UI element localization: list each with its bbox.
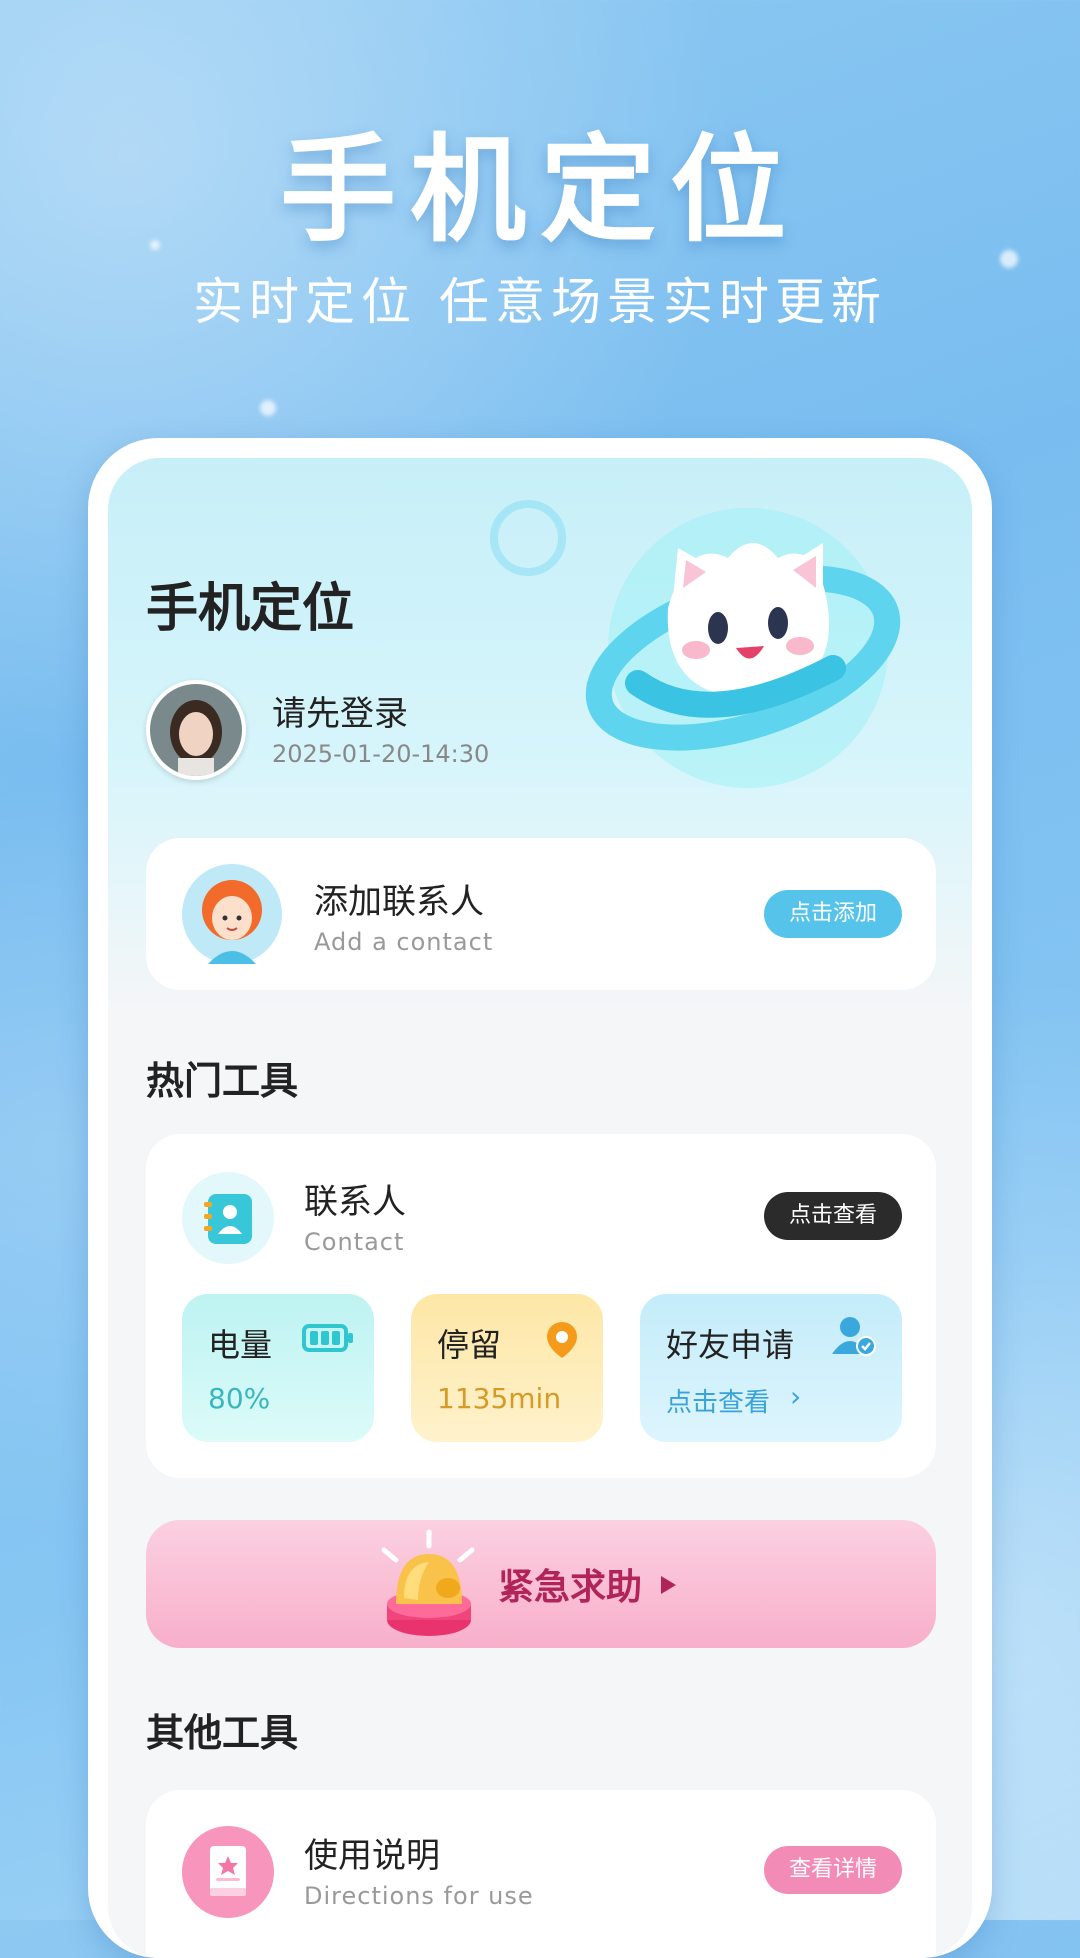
avatar[interactable] — [146, 680, 246, 780]
add-contact-subtitle: Add a contact — [314, 928, 494, 956]
usage-guide-subtitle: Directions for use — [304, 1882, 534, 1910]
contact-subtitle: Contact — [304, 1228, 405, 1256]
decor-ring — [490, 500, 566, 576]
emergency-help-button[interactable]: 紧急求助 — [146, 1520, 936, 1648]
mascot-illustration — [585, 508, 901, 788]
timestamp: 2025-01-20-14:30 — [272, 740, 490, 768]
add-contact-title: 添加联系人 — [314, 882, 484, 922]
stay-tile[interactable]: 停留 1135min — [411, 1294, 603, 1442]
location-pin-icon — [547, 1322, 577, 1358]
battery-icon — [302, 1324, 353, 1352]
contact-title: 联系人 — [304, 1182, 406, 1222]
stay-value: 1135min — [437, 1382, 562, 1415]
view-details-button[interactable]: 查看详情 — [764, 1846, 902, 1894]
view-contacts-button[interactable]: 点击查看 — [764, 1192, 902, 1240]
contact-avatar-icon — [182, 864, 282, 964]
friend-verified-icon — [832, 1317, 876, 1356]
phone-frame: 手机定位 请先登录 2025-01-20-14:30 添加联系人 Add a c… — [88, 438, 992, 1958]
chevron-right-icon: › — [790, 1380, 802, 1413]
hot-tools-title: 热门工具 — [146, 1059, 299, 1103]
hot-tools-card: 联系人 Contact 点击查看 电量 80% 停留 1135min 好友申请 … — [146, 1134, 936, 1478]
login-prompt[interactable]: 请先登录 — [272, 686, 408, 735]
sparkle — [260, 400, 276, 416]
app-title: 手机定位 — [146, 579, 355, 639]
alarm-siren-icon — [381, 1529, 475, 1636]
usage-guide-card[interactable]: 使用说明 Directions for use 查看详情 — [146, 1790, 936, 1958]
usage-guide-title: 使用说明 — [304, 1836, 440, 1876]
battery-value: 80% — [208, 1382, 271, 1415]
guide-book-icon — [182, 1826, 274, 1918]
hero-subtitle: 实时定位 任意场景实时更新 — [193, 273, 887, 331]
battery-tile[interactable]: 电量 80% — [182, 1294, 374, 1442]
add-contact-card[interactable]: 添加联系人 Add a contact 点击添加 — [146, 838, 936, 990]
other-tools-title: 其他工具 — [146, 1711, 299, 1755]
app-screen: 手机定位 请先登录 2025-01-20-14:30 添加联系人 Add a c… — [108, 458, 972, 1958]
contact-book-icon — [182, 1172, 274, 1264]
friend-request-title: 好友申请 — [666, 1326, 795, 1364]
play-arrow-icon — [661, 1576, 676, 1594]
emergency-help-label: 紧急求助 — [498, 1567, 643, 1608]
add-contact-button[interactable]: 点击添加 — [764, 890, 902, 938]
battery-title: 电量 — [208, 1326, 273, 1364]
stay-title: 停留 — [437, 1326, 502, 1364]
friend-request-link: 点击查看 — [666, 1388, 771, 1418]
friend-request-tile[interactable]: 好友申请 点击查看 › — [640, 1294, 902, 1442]
hero-title: 手机定位 — [280, 123, 800, 258]
